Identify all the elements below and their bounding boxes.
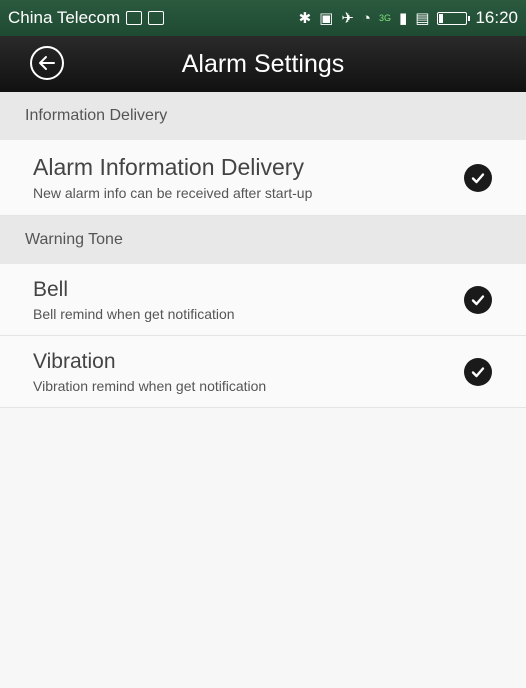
back-button[interactable] (30, 46, 64, 80)
nfc-icon: ▣ (319, 10, 334, 27)
page-title: Alarm Settings (181, 49, 345, 78)
back-arrow-icon (39, 56, 55, 70)
wifi-icon: ◔ (361, 9, 371, 27)
bluetooth-icon: ✱ (298, 10, 312, 27)
checkmark-icon (471, 172, 485, 183)
settings-list: Information Delivery Alarm Information D… (0, 92, 526, 688)
setting-title: Vibration (33, 349, 116, 373)
checkbox-vibration[interactable] (464, 357, 492, 386)
setting-subtitle: Bell remind when get notification (33, 305, 235, 322)
signal-icon: ▮ (399, 10, 408, 27)
checkmark-icon (471, 366, 485, 377)
setting-bell[interactable]: Bell Bell remind when get notification (0, 264, 526, 336)
rotate-icon: ✈ (341, 10, 354, 27)
setting-subtitle: New alarm info can be received after sta… (33, 185, 313, 201)
section-header-information-delivery: Information Delivery (0, 92, 526, 140)
checkbox-bell[interactable] (464, 285, 492, 314)
battery-icon (437, 11, 471, 25)
setting-title: Bell (33, 277, 69, 301)
empty-area (0, 408, 526, 688)
checkmark-icon (471, 294, 485, 305)
checkbox-alarm-information-delivery[interactable] (464, 163, 492, 192)
setting-title: Alarm Information Delivery (33, 154, 304, 180)
setting-alarm-information-delivery[interactable]: Alarm Information Delivery New alarm inf… (0, 140, 526, 216)
setting-vibration[interactable]: Vibration Vibration remind when get noti… (0, 336, 526, 408)
app-bar: Alarm Settings (0, 36, 526, 92)
status-icons: ✱ ▣ ✈ ◔ 3G ▮ ▤ 16:20 (299, 8, 518, 28)
network-type: 3G (378, 13, 391, 23)
clock: 16:20 (475, 8, 518, 27)
section-header-warning-tone: Warning Tone (0, 216, 526, 264)
notification-icon (126, 11, 143, 25)
carrier-name: China Telecom (8, 8, 121, 27)
sim-icon: ▤ (415, 10, 430, 27)
image-icon (148, 11, 165, 25)
setting-subtitle: Vibration remind when get notification (33, 377, 267, 394)
status-bar: China Telecom ✱ ▣ ✈ ◔ 3G ▮ ▤ 16:20 (0, 0, 526, 36)
